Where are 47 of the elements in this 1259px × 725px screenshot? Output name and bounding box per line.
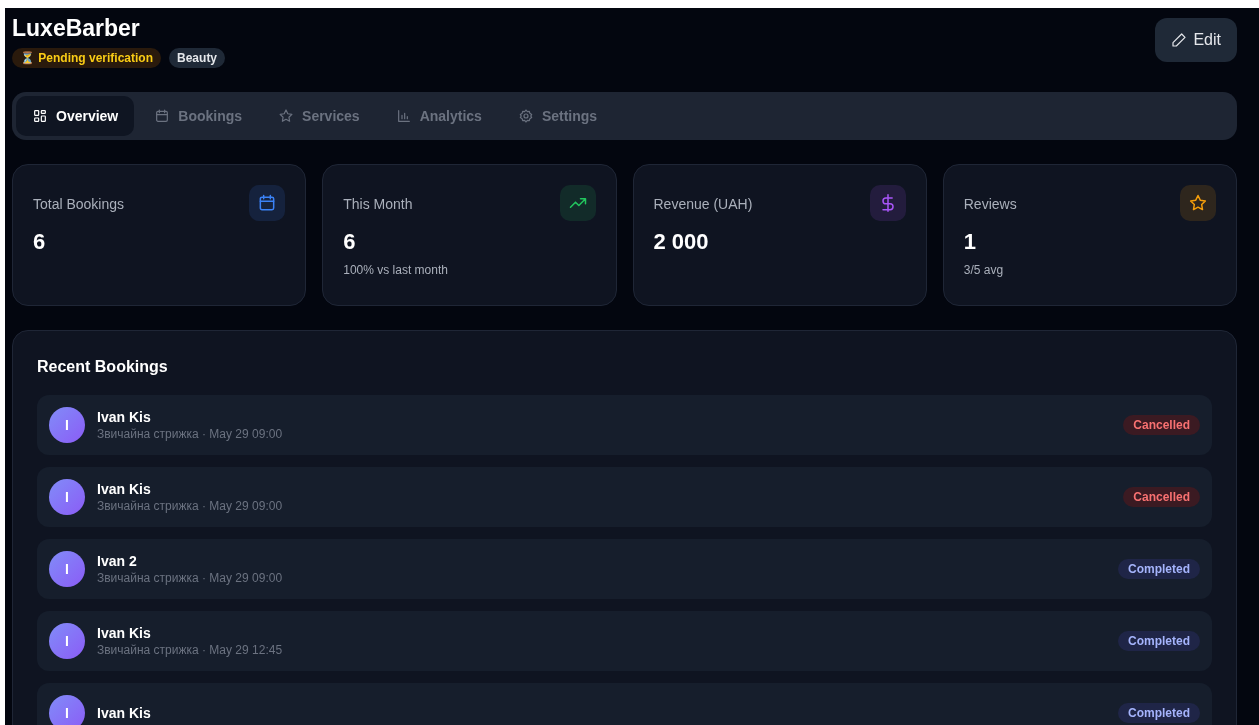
client-name: Ivan Kis	[97, 625, 152, 641]
stat-label: Total Bookings	[33, 196, 125, 212]
star-icon	[278, 108, 295, 124]
client-name: Ivan Kis	[97, 705, 152, 721]
avatar: I	[49, 695, 85, 725]
panel-title: Recent Bookings	[37, 357, 169, 377]
grid-icon	[32, 108, 48, 124]
avatar: I	[49, 551, 85, 587]
status-badge: Completed	[1118, 703, 1200, 723]
avatar: I	[49, 623, 85, 659]
stat-value: 2 000	[653, 229, 710, 255]
booking-row[interactable]: I Ivan Kis Completed	[37, 683, 1212, 725]
status-badge: Completed	[1118, 631, 1200, 651]
status-badge: Cancelled	[1123, 487, 1200, 507]
status-badge: Cancelled	[1123, 415, 1200, 435]
booking-detail: Звичайна стрижка · May 29 09:00	[97, 499, 284, 513]
booking-detail: Звичайна стрижка · May 29 09:00	[97, 571, 284, 585]
avatar: I	[49, 479, 85, 515]
stat-value: 6	[33, 229, 47, 255]
pencil-icon	[1171, 32, 1188, 48]
calendar-icon	[154, 108, 171, 124]
client-name: Ivan 2	[97, 553, 138, 569]
client-name: Ivan Kis	[97, 409, 152, 425]
business-name: LuxeBarber	[12, 14, 141, 42]
settings-icon	[517, 108, 534, 124]
avatar: I	[49, 407, 85, 443]
star-icon	[1188, 193, 1208, 213]
booking-row[interactable]: I Ivan Kis Звичайна стрижка · May 29 09:00 Cancelled	[37, 395, 1212, 455]
booking-row[interactable]: I Ivan Kis Звичайна стрижка · May 29 12:45 Completed	[37, 611, 1212, 671]
stat-note: 100% vs last month	[343, 263, 449, 277]
booking-detail: Звичайна стрижка · May 29 09:00	[97, 427, 284, 441]
edit-button[interactable]: Edit	[1155, 18, 1237, 62]
stat-value: 6	[343, 229, 357, 255]
stat-note: 3/5 avg	[963, 263, 1005, 277]
category-badge: Beauty	[169, 48, 226, 68]
stat-value: 1	[963, 229, 977, 255]
stat-label: Revenue (UAH)	[653, 196, 753, 212]
bar-chart-icon	[395, 108, 412, 124]
status-badge: Completed	[1118, 559, 1200, 579]
stat-label: This Month	[343, 196, 413, 212]
booking-detail: Звичайна стрижка · May 29 12:45	[97, 643, 284, 657]
client-name: Ivan Kis	[97, 481, 152, 497]
status-badge: ⏳ Pending verification	[12, 48, 162, 68]
booking-row[interactable]: I Ivan 2 Звичайна стрижка · May 29 09:00 Completed	[37, 539, 1212, 599]
tab[interactable]: Overview	[16, 96, 135, 136]
stat-label: Reviews	[963, 196, 1017, 212]
booking-row[interactable]: I Ivan Kis Звичайна стрижка · May 29 09:00 Cancelled	[37, 467, 1212, 527]
